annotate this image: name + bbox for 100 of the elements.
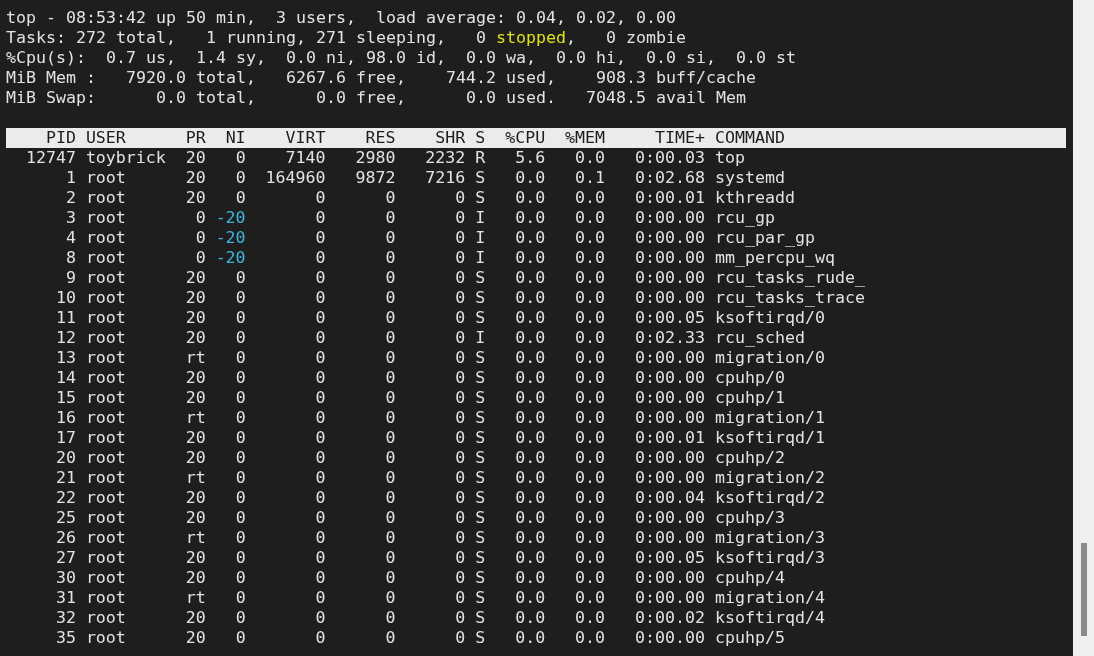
table-cell: 0 [315, 208, 326, 228]
column-header: %CPU [505, 128, 546, 148]
table-cell: 0.0 [515, 528, 546, 548]
table-cell: ksoftirqd/2 [714, 488, 825, 508]
table-cell: 15 [55, 388, 76, 408]
table-cell: 7140 [285, 148, 326, 168]
table-cell: 0.0 [515, 508, 546, 528]
table-cell: 20 [185, 608, 206, 628]
table-cell: 0 [315, 468, 326, 488]
status-line: Tasks: 272 total, 1 running, 271 sleeping, 0 stopped, 0 zombie [6, 28, 686, 48]
table-cell: I [475, 248, 486, 268]
table-cell: 0:00.00 [634, 368, 705, 388]
table-cell: 0.0 [575, 528, 606, 548]
table-cell: 0.0 [515, 268, 546, 288]
table-cell: 0.0 [575, 348, 606, 368]
table-cell: 20 [55, 448, 76, 468]
table-cell: root [85, 248, 126, 268]
table-cell: 20 [185, 308, 206, 328]
table-cell: 1 [65, 168, 76, 188]
table-cell: root [85, 528, 126, 548]
table-cell: 22 [55, 488, 76, 508]
table-cell: 0.0 [515, 568, 546, 588]
table-cell: 0.0 [575, 448, 606, 468]
table-cell: 0.0 [575, 548, 606, 568]
table-cell: 30 [55, 568, 76, 588]
table-cell: 0.0 [575, 468, 606, 488]
table-cell: 5.6 [515, 148, 546, 168]
table-cell: S [475, 428, 486, 448]
table-cell: 0.0 [575, 288, 606, 308]
table-cell: 0 [455, 208, 466, 228]
table-cell: 9 [65, 268, 76, 288]
table-cell: root [85, 288, 126, 308]
table-cell: 0 [455, 488, 466, 508]
table-cell: ksoftirqd/4 [714, 608, 825, 628]
table-cell: 20 [185, 428, 206, 448]
table-cell: -20 [215, 228, 246, 248]
table-cell: 0:00.03 [634, 148, 705, 168]
table-cell: root [85, 188, 126, 208]
table-cell: 0.0 [575, 408, 606, 428]
column-header: PID [45, 128, 76, 148]
table-cell: 0 [235, 148, 246, 168]
table-cell: S [475, 548, 486, 568]
table-cell: 0.0 [515, 388, 546, 408]
scrollbar-thumb[interactable] [1080, 543, 1087, 636]
table-cell: 20 [185, 488, 206, 508]
table-cell: top [714, 148, 745, 168]
table-cell: 0:00.00 [634, 348, 705, 368]
table-cell: 0 [455, 228, 466, 248]
table-cell: systemd [714, 168, 785, 188]
table-cell: 0:00.00 [634, 408, 705, 428]
table-cell: 0 [385, 328, 396, 348]
table-cell: 0:02.33 [634, 328, 705, 348]
table-cell: rcu_par_gp [714, 228, 815, 248]
table-cell: 0:00.00 [634, 468, 705, 488]
table-cell: 0.0 [575, 508, 606, 528]
table-cell: root [85, 328, 126, 348]
column-header: S [475, 128, 486, 148]
table-cell: 4 [65, 228, 76, 248]
table-cell: 27 [55, 548, 76, 568]
table-cell: migration/3 [714, 528, 825, 548]
table-cell: 0 [315, 248, 326, 268]
table-cell: rt [185, 408, 206, 428]
table-cell: migration/4 [714, 588, 825, 608]
table-cell: 0 [455, 548, 466, 568]
table-cell: 0 [385, 528, 396, 548]
table-cell: 0 [235, 168, 246, 188]
table-cell: 25 [55, 508, 76, 528]
table-cell: 0 [385, 588, 396, 608]
table-cell: 0 [195, 228, 206, 248]
table-cell: 0.0 [515, 208, 546, 228]
table-cell: 20 [185, 548, 206, 568]
table-cell: root [85, 548, 126, 568]
table-cell: 0 [315, 588, 326, 608]
table-cell: 0 [235, 348, 246, 368]
table-cell: 0:00.00 [634, 448, 705, 468]
column-header: PR [185, 128, 206, 148]
table-cell: 0 [235, 408, 246, 428]
table-cell: S [475, 348, 486, 368]
table-cell: 0 [385, 488, 396, 508]
table-cell: 0 [385, 448, 396, 468]
table-cell: 0 [385, 228, 396, 248]
table-cell: 0:00.00 [634, 288, 705, 308]
table-cell: S [475, 388, 486, 408]
table-cell: 20 [185, 288, 206, 308]
table-cell: I [475, 208, 486, 228]
table-cell: S [475, 528, 486, 548]
table-cell: kthreadd [714, 188, 795, 208]
table-cell: 0 [235, 568, 246, 588]
table-cell: 0:00.00 [634, 508, 705, 528]
table-cell: 164960 [265, 168, 326, 188]
table-cell: 7216 [425, 168, 466, 188]
table-cell: 2 [65, 188, 76, 208]
table-cell: S [475, 288, 486, 308]
table-cell: rt [185, 468, 206, 488]
table-cell: 0 [315, 308, 326, 328]
table-cell: 0 [315, 548, 326, 568]
table-cell: toybrick [85, 148, 166, 168]
table-cell: R [475, 148, 486, 168]
table-cell: 0.0 [575, 148, 606, 168]
table-cell: S [475, 488, 486, 508]
